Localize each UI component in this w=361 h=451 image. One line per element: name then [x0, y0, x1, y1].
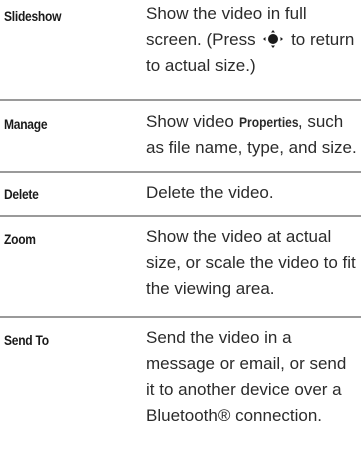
option-description: Show video Properties, such as file name… [146, 109, 358, 161]
option-description: Show the video at actual size, or scale … [146, 227, 356, 298]
table-row-delete: Delete Delete the video. [0, 173, 361, 217]
option-description: Delete the video. [146, 183, 274, 202]
description-text-start: Show video [146, 112, 234, 131]
table-row-send-to: Send To Send the video in a message or e… [0, 318, 361, 451]
properties-label: Properties [238, 114, 299, 130]
table-row-manage: Manage Show video Properties, such as fi… [0, 101, 361, 173]
options-table: Slideshow Show the video in full screen.… [0, 0, 361, 451]
navigation-key-icon [262, 30, 284, 48]
option-term: Manage [4, 116, 48, 132]
option-term: Zoom [4, 231, 36, 247]
option-term: Send To [4, 332, 49, 348]
table-row-zoom: Zoom Show the video at actual size, or s… [0, 217, 361, 318]
option-term: Delete [4, 186, 39, 202]
option-description: Send the video in a message or email, or… [146, 328, 347, 425]
option-term: Slideshow [4, 8, 62, 24]
option-description: Show the video in full screen. (Press to… [146, 1, 358, 79]
table-row-slideshow: Slideshow Show the video in full screen.… [0, 0, 361, 101]
